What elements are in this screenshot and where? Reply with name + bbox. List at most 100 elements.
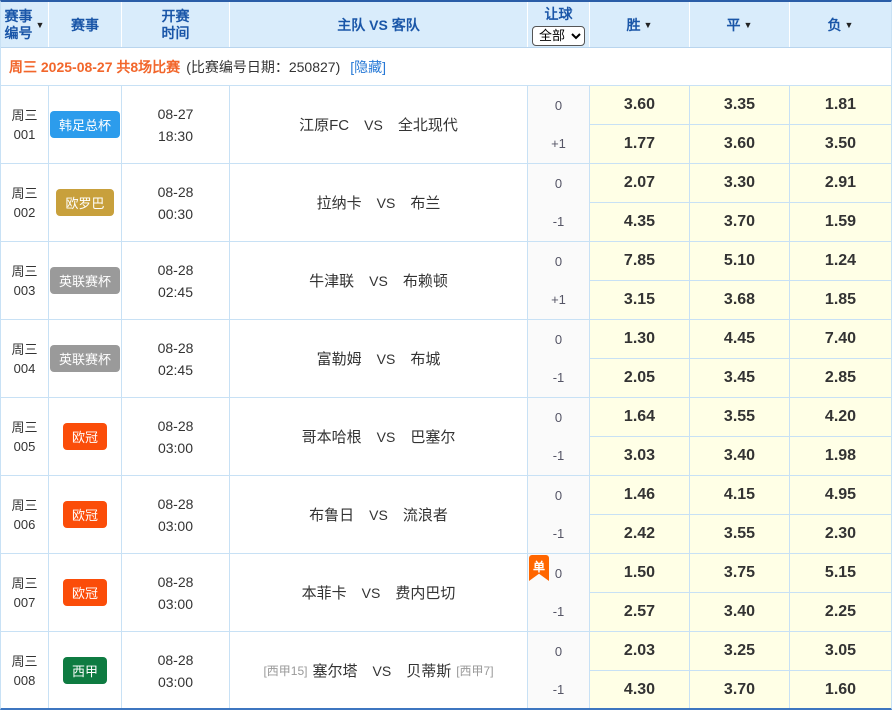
sort-caret-icon[interactable]: ▼ (36, 20, 45, 30)
draw-odds-line-0[interactable]: 3.55 (690, 398, 790, 437)
lose-odds-line-1[interactable]: 3.50 (790, 125, 891, 164)
match-number: 003 (14, 281, 36, 300)
lose-odds-col: 7.40 2.85 (790, 320, 891, 397)
win-odds-line-0[interactable]: 2.07 (590, 164, 690, 203)
win-odds-line-1[interactable]: 4.35 (590, 203, 690, 242)
lose-odds-line-0[interactable]: 2.91 (790, 164, 891, 203)
win-odds-line-1[interactable]: 4.30 (590, 671, 690, 710)
header-draw[interactable]: 平 ▼ (690, 2, 790, 47)
lose-odds-line-0[interactable]: 3.05 (790, 632, 891, 671)
lose-odds-line-1[interactable]: 2.30 (790, 515, 891, 554)
win-sort-caret-icon[interactable]: ▼ (644, 20, 653, 30)
win-odds-line-0[interactable]: 1.30 (590, 320, 690, 359)
away-team: 费内巴切 (395, 582, 455, 603)
lose-odds-line-0[interactable]: 1.81 (790, 86, 891, 125)
lose-odds-line-1[interactable]: 1.85 (790, 281, 891, 320)
win-odds-line-0[interactable]: 7.85 (590, 242, 690, 281)
draw-odds-line-1[interactable]: 3.40 (690, 593, 790, 632)
lose-odds-line-0[interactable]: 5.15 (790, 554, 891, 593)
match-time: 02:45 (158, 359, 193, 381)
handicap-line-0: 0 (528, 164, 589, 203)
win-odds-col: 1.64 3.03 (590, 398, 690, 475)
draw-odds-col: 4.15 3.55 (690, 476, 790, 553)
lose-odds-line-1[interactable]: 2.85 (790, 359, 891, 398)
win-odds-line-0[interactable]: 2.03 (590, 632, 690, 671)
header-lose[interactable]: 负 ▼ (790, 2, 891, 47)
win-odds-line-1[interactable]: 3.03 (590, 437, 690, 476)
match-number-cell: 周三 006 (1, 476, 49, 553)
match-weekday: 周三 (11, 340, 37, 359)
win-odds-line-0[interactable]: 1.64 (590, 398, 690, 437)
win-odds-line-0[interactable]: 1.46 (590, 476, 690, 515)
time-cell: 08-28 00:30 (122, 164, 230, 241)
lose-sort-caret-icon[interactable]: ▼ (845, 20, 854, 30)
away-team: 布赖顿 (403, 270, 448, 291)
handicap-line-1: -1 (528, 359, 589, 398)
win-odds-col: 2.03 4.30 (590, 632, 690, 709)
draw-odds-line-1[interactable]: 3.68 (690, 281, 790, 320)
header-teams: 主队 VS 客队 (230, 2, 528, 47)
lose-odds-col: 2.91 1.59 (790, 164, 891, 241)
handicap-cell: 单 0 +1 (528, 86, 590, 163)
header-win[interactable]: 胜 ▼ (590, 2, 690, 47)
win-odds-line-1[interactable]: 2.57 (590, 593, 690, 632)
header-match-number[interactable]: 赛事 编号 ▼ (1, 2, 49, 47)
draw-odds-line-1[interactable]: 3.45 (690, 359, 790, 398)
draw-odds-col: 3.55 3.40 (690, 398, 790, 475)
handicap-line-0: 0 (528, 320, 589, 359)
handicap-line-0: 0 (528, 476, 589, 515)
odds-table: 赛事 编号 ▼ 赛事 开赛 时间 主队 VS 客队 让球 全部 (0, 0, 892, 710)
lose-odds-line-0[interactable]: 1.24 (790, 242, 891, 281)
handicap-line-1: -1 (528, 671, 589, 710)
home-team: 富勒姆 (317, 348, 362, 369)
draw-odds-line-0[interactable]: 3.35 (690, 86, 790, 125)
draw-odds-line-1[interactable]: 3.55 (690, 515, 790, 554)
win-odds-line-1[interactable]: 2.42 (590, 515, 690, 554)
match-time: 00:30 (158, 203, 193, 225)
lose-odds-line-1[interactable]: 2.25 (790, 593, 891, 632)
header-handicap: 让球 全部 (528, 2, 590, 47)
lose-odds-line-1[interactable]: 1.98 (790, 437, 891, 476)
win-odds-line-1[interactable]: 3.15 (590, 281, 690, 320)
handicap-line-1: -1 (528, 515, 589, 554)
lose-odds-line-0[interactable]: 7.40 (790, 320, 891, 359)
win-odds-line-1[interactable]: 2.05 (590, 359, 690, 398)
draw-odds-line-0[interactable]: 4.45 (690, 320, 790, 359)
away-team: 全北现代 (398, 114, 458, 135)
draw-odds-line-0[interactable]: 3.75 (690, 554, 790, 593)
match-number-cell: 周三 003 (1, 242, 49, 319)
handicap-filter-select[interactable]: 全部 (532, 26, 585, 46)
draw-odds-line-1[interactable]: 3.70 (690, 203, 790, 242)
match-number: 002 (14, 203, 36, 222)
draw-odds-col: 4.45 3.45 (690, 320, 790, 397)
draw-odds-line-1[interactable]: 3.70 (690, 671, 790, 710)
handicap-cell: 单 0 -1 (528, 164, 590, 241)
win-odds-line-0[interactable]: 3.60 (590, 86, 690, 125)
draw-odds-line-0[interactable]: 5.10 (690, 242, 790, 281)
handicap-line-1: -1 (528, 593, 589, 632)
win-odds-line-1[interactable]: 1.77 (590, 125, 690, 164)
draw-sort-caret-icon[interactable]: ▼ (744, 20, 753, 30)
lose-odds-line-1[interactable]: 1.59 (790, 203, 891, 242)
match-date: 08-28 (158, 493, 194, 515)
lose-odds-line-0[interactable]: 4.95 (790, 476, 891, 515)
win-odds-line-0[interactable]: 1.50 (590, 554, 690, 593)
draw-odds-col: 3.35 3.60 (690, 86, 790, 163)
match-code-info: (比赛编号日期：250827) (186, 57, 340, 77)
table-header: 赛事 编号 ▼ 赛事 开赛 时间 主队 VS 客队 让球 全部 (1, 2, 891, 48)
draw-odds-line-1[interactable]: 3.40 (690, 437, 790, 476)
vs-label: VS (377, 351, 396, 367)
draw-odds-line-0[interactable]: 4.15 (690, 476, 790, 515)
header-competition: 赛事 (49, 2, 122, 47)
lose-odds-line-1[interactable]: 1.60 (790, 671, 891, 710)
hide-link[interactable]: [隐藏] (350, 57, 386, 77)
draw-odds-line-0[interactable]: 3.25 (690, 632, 790, 671)
header-match-number-line1: 赛事 (5, 8, 33, 25)
time-cell: 08-28 03:00 (122, 554, 230, 631)
vs-label: VS (373, 663, 392, 679)
draw-odds-line-0[interactable]: 3.30 (690, 164, 790, 203)
lose-odds-line-0[interactable]: 4.20 (790, 398, 891, 437)
draw-odds-line-1[interactable]: 3.60 (690, 125, 790, 164)
competition-cell: 欧罗巴 (49, 164, 122, 241)
competition-cell: 欧冠 (49, 554, 122, 631)
